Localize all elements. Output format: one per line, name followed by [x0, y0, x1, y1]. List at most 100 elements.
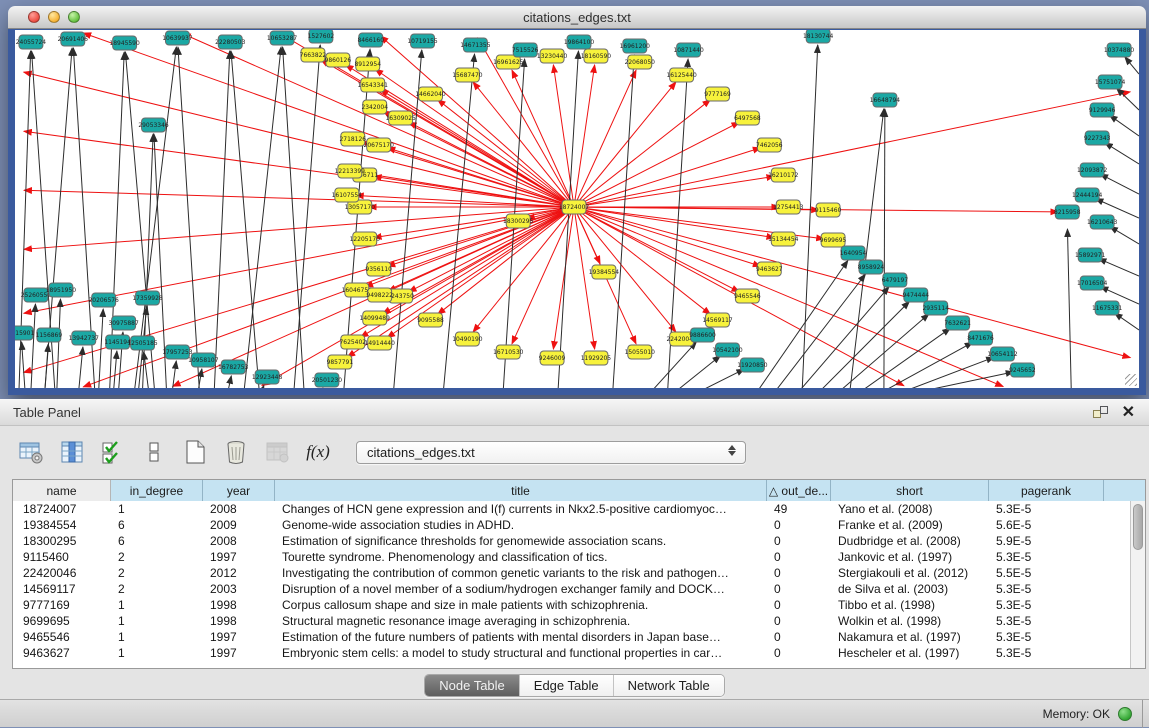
graph-node-9465546[interactable]: 9465546 [734, 289, 761, 303]
graph-node-14914440[interactable]: 14914440 [365, 336, 396, 350]
graph-node-19864100[interactable]: 19864100 [564, 35, 595, 49]
graph-node-9356110[interactable]: 9356110 [365, 262, 392, 276]
create-column-button[interactable] [180, 437, 210, 467]
graph-node-9860126[interactable]: 9860126 [325, 53, 352, 67]
graph-node-16782753[interactable]: 16782753 [218, 360, 249, 374]
graph-node-1156869[interactable]: 1156869 [36, 328, 63, 342]
graph-node-9246009[interactable]: 9246009 [539, 351, 566, 365]
graph-node-15055010[interactable]: 15055010 [625, 345, 656, 359]
graph-node-16543341[interactable]: 16543341 [358, 78, 389, 92]
graph-node-10871440[interactable]: 10871440 [673, 43, 704, 57]
window-titlebar[interactable]: citations_edges.txt [8, 6, 1146, 29]
graph-node-18300295[interactable]: 18300295 [503, 214, 534, 228]
minimize-window-icon[interactable] [48, 11, 60, 23]
column-header-out_de[interactable]: △ out_de... [767, 480, 831, 501]
column-header-in_degree[interactable]: in_degree [111, 480, 203, 501]
graph-node-16309025[interactable]: 16309025 [385, 111, 416, 125]
function-builder-button[interactable]: f(x) [303, 437, 333, 467]
graph-node-9886600[interactable]: 9886600 [689, 328, 716, 342]
graph-node-8912954[interactable]: 8912954 [354, 57, 381, 71]
graph-node-12093872[interactable]: 12093872 [1077, 163, 1108, 177]
table-row[interactable]: 1938455462009Genome-wide association stu… [13, 517, 1130, 533]
graph-node-7625402[interactable]: 7625402 [340, 335, 367, 349]
zoom-window-icon[interactable] [68, 11, 80, 23]
graph-node-16125440[interactable]: 16125440 [666, 68, 697, 82]
graph-node-1640954[interactable]: 1640954 [840, 246, 867, 260]
graph-node-30975887[interactable]: 30975887 [108, 316, 139, 330]
graph-node-11929205[interactable]: 11929205 [581, 351, 612, 365]
graph-node-12754413[interactable]: 12754413 [773, 200, 804, 214]
graph-node-7663822[interactable]: 7663822 [300, 48, 327, 62]
row-toggles-button[interactable] [139, 437, 169, 467]
table-row[interactable]: 946554611997Estimation of the future num… [13, 629, 1130, 645]
table-row[interactable]: 977716911998Corpus callosum shape and si… [13, 597, 1130, 613]
graph-node-9115460[interactable]: 9115460 [815, 203, 842, 217]
graph-node-9129946[interactable]: 9129946 [1089, 103, 1116, 117]
table-row[interactable]: 1830029562008Estimation of significance … [13, 533, 1130, 549]
scrollbar-thumb[interactable] [1133, 504, 1143, 550]
graph-node-13230440[interactable]: 13230440 [537, 49, 568, 63]
graph-node-9474444[interactable]: 9474444 [903, 288, 930, 302]
citation-network-graph[interactable]: 18724007 18300295 19384554 12754413 16210172… [15, 30, 1139, 388]
table-row[interactable]: 1456911722003Disruption of a novel membe… [13, 581, 1130, 597]
graph-node-2342004[interactable]: 2342004 [361, 100, 388, 114]
graph-node-16648794[interactable]: 16648794 [870, 93, 901, 107]
graph-node-22068050[interactable]: 22068050 [625, 55, 656, 69]
graph-node-20675170[interactable]: 20675170 [364, 138, 395, 152]
tab-network-table[interactable]: Network Table [613, 675, 724, 696]
graph-node-18160590[interactable]: 18160590 [581, 49, 612, 63]
column-header-short[interactable]: short [831, 480, 989, 501]
graph-node-7515526[interactable]: 7515526 [512, 43, 539, 57]
graph-node-11675331[interactable]: 11675331 [1092, 301, 1123, 315]
graph-node-1527602[interactable]: 1527602 [308, 30, 335, 43]
graph-node-10374880[interactable]: 10374880 [1104, 43, 1135, 57]
graph-node-12505185[interactable]: 12505185 [127, 336, 158, 350]
graph-node-3915901[interactable]: 3915901 [15, 326, 34, 340]
graph-node-2935114[interactable]: 2935114 [922, 301, 949, 315]
graph-node-9857791[interactable]: 9857791 [327, 355, 354, 369]
graph-node-9699695[interactable]: 9699695 [820, 233, 847, 247]
graph-node-16210172[interactable]: 16210172 [768, 168, 799, 182]
graph-node-19384554[interactable]: 19384554 [589, 265, 620, 279]
table-row[interactable]: 1872400712008Changes of HCN gene express… [13, 501, 1130, 517]
table-row[interactable]: 946362711997Embryonic stem cells: a mode… [13, 645, 1130, 661]
close-window-icon[interactable] [28, 11, 40, 23]
graph-node-9227343[interactable]: 9227343 [1084, 131, 1111, 145]
graph-node-8958924[interactable]: 8958924 [858, 260, 885, 274]
column-header-pagerank[interactable]: pagerank [989, 480, 1104, 501]
graph-node-9498222[interactable]: 9498222 [366, 288, 393, 302]
table-row[interactable]: 911546021997Tourette syndrome. Phenomeno… [13, 549, 1130, 565]
column-header-title[interactable]: title [275, 480, 767, 501]
graph-node-16961200[interactable]: 16961200 [620, 39, 651, 53]
graph-node-18945590[interactable]: 18945590 [109, 36, 140, 50]
graph-node-22280503[interactable]: 22280503 [215, 35, 246, 49]
graph-node-7632621[interactable]: 7632621 [944, 316, 971, 330]
graph-node-8215958[interactable]: 8215958 [1054, 205, 1081, 219]
graph-node-7462056[interactable]: 7462056 [756, 138, 783, 152]
graph-node-8471676[interactable]: 8471676 [967, 331, 994, 345]
tab-node-table[interactable]: Node Table [425, 675, 519, 696]
graph-node-8466160[interactable]: 8466160 [357, 33, 384, 47]
graph-node-16107554[interactable]: 16107554 [332, 188, 363, 202]
graph-node-9777169[interactable]: 9777169 [704, 87, 731, 101]
show-columns-button[interactable] [57, 437, 87, 467]
table-row[interactable]: 2242004622012Investigating the contribut… [13, 565, 1130, 581]
graph-node-20206576[interactable]: 20206576 [89, 293, 120, 307]
graph-node-9095588[interactable]: 9095588 [417, 313, 444, 327]
graph-node-6479197[interactable]: 6479197 [882, 273, 909, 287]
graph-node-16710530[interactable]: 16710530 [493, 345, 524, 359]
delete-table-button[interactable] [262, 437, 292, 467]
graph-node-11920850[interactable]: 11920850 [737, 358, 768, 372]
column-header-year[interactable]: year [203, 480, 275, 501]
table-settings-button[interactable] [16, 437, 46, 467]
select-rows-button[interactable] [98, 437, 128, 467]
graph-node-14662040[interactable]: 14662040 [415, 87, 446, 101]
graph-node-12213399[interactable]: 12213399 [335, 164, 366, 178]
network-canvas[interactable]: 18724007 18300295 19384554 12754413 16210172… [15, 30, 1139, 388]
graph-node-10654112[interactable]: 10654112 [987, 347, 1018, 361]
graph-node-10958107[interactable]: 10958107 [188, 353, 219, 367]
graph-node-15134454[interactable]: 15134454 [768, 232, 799, 246]
graph-node-15751074[interactable]: 15751074 [1095, 75, 1126, 89]
graph-node-15687470[interactable]: 15687470 [452, 68, 483, 82]
graph-node-18724007[interactable]: 18724007 [559, 200, 590, 214]
